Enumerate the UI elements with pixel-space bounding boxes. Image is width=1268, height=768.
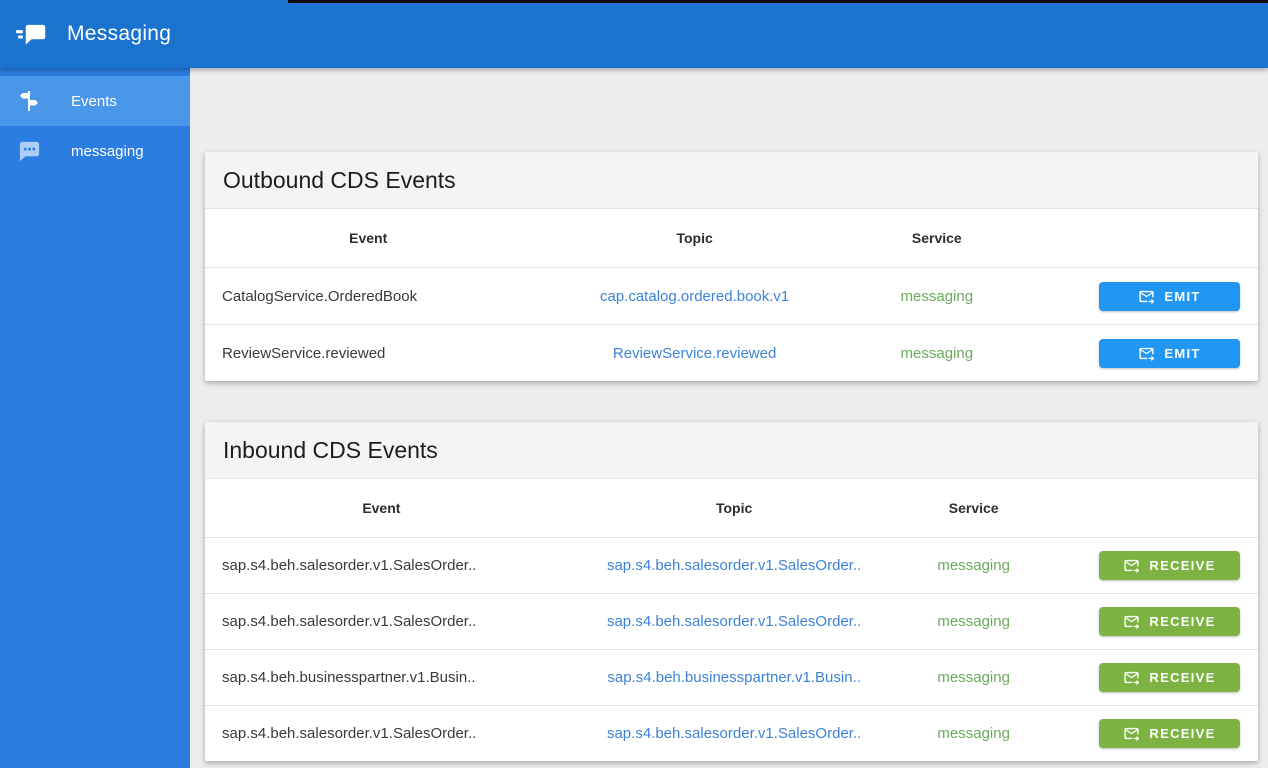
app-window: Messaging Events messagin	[0, 0, 1268, 768]
sidebar-item-label: Events	[71, 93, 117, 110]
receive-button-label: RECEIVE	[1149, 670, 1215, 685]
service-cell: messaging	[858, 325, 1016, 382]
receive-button[interactable]: RECEIVE	[1099, 663, 1240, 692]
table-row: sap.s4.beh.salesorder.v1.SalesOrder.. sa…	[205, 538, 1258, 594]
table-row: ReviewService.reviewed ReviewService.rev…	[205, 325, 1258, 382]
topic-link[interactable]: sap.s4.beh.salesorder.v1.SalesOrder..	[607, 725, 861, 742]
send-mail-icon	[1138, 345, 1155, 362]
send-mail-icon	[1123, 613, 1140, 630]
service-cell: messaging	[911, 594, 1037, 650]
event-cell: CatalogService.OrderedBook	[205, 268, 531, 325]
event-cell: ReviewService.reviewed	[205, 325, 531, 382]
table-row: sap.s4.beh.salesorder.v1.SalesOrder.. sa…	[205, 706, 1258, 762]
chat-dots-icon	[17, 139, 41, 163]
column-header-topic: Topic	[558, 479, 911, 538]
emit-button[interactable]: EMIT	[1099, 282, 1240, 311]
topic-link[interactable]: cap.catalog.ordered.book.v1	[600, 288, 789, 305]
table-row: sap.s4.beh.businesspartner.v1.Busin.. sa…	[205, 650, 1258, 706]
event-cell: sap.s4.beh.salesorder.v1.SalesOrder..	[205, 538, 558, 594]
receive-button[interactable]: RECEIVE	[1099, 719, 1240, 748]
column-header-event: Event	[205, 479, 558, 538]
screen-edge-strip	[288, 0, 1268, 3]
topic-link[interactable]: ReviewService.reviewed	[613, 345, 776, 362]
column-header-action	[1016, 209, 1258, 268]
inbound-events-table: Event Topic Service sap.s4.beh.salesorde…	[205, 479, 1258, 761]
service-cell: messaging	[911, 706, 1037, 762]
table-header-row: Event Topic Service	[205, 479, 1258, 538]
topic-link[interactable]: sap.s4.beh.salesorder.v1.SalesOrder..	[607, 557, 861, 574]
receive-button-label: RECEIVE	[1149, 614, 1215, 629]
table-row: CatalogService.OrderedBook cap.catalog.o…	[205, 268, 1258, 325]
main-content: Outbound CDS Events Event Topic Service …	[190, 68, 1268, 768]
event-cell: sap.s4.beh.salesorder.v1.SalesOrder..	[205, 594, 558, 650]
emit-button[interactable]: EMIT	[1099, 339, 1240, 368]
send-mail-icon	[1123, 725, 1140, 742]
receive-button-label: RECEIVE	[1149, 726, 1215, 741]
sidebar-item-messaging[interactable]: messaging	[0, 126, 190, 176]
receive-button[interactable]: RECEIVE	[1099, 551, 1240, 580]
sidebar-item-events[interactable]: Events	[0, 76, 190, 126]
send-mail-icon	[1123, 669, 1140, 686]
card-title-inbound: Inbound CDS Events	[223, 437, 438, 464]
inbound-card-header: Inbound CDS Events	[205, 422, 1258, 479]
service-cell: messaging	[858, 268, 1016, 325]
topic-link[interactable]: sap.s4.beh.salesorder.v1.SalesOrder..	[607, 613, 861, 630]
signpost-icon	[17, 89, 41, 113]
column-header-event: Event	[205, 209, 531, 268]
emit-button-label: EMIT	[1164, 289, 1200, 304]
outbound-events-card: Outbound CDS Events Event Topic Service …	[205, 152, 1258, 381]
send-mail-icon	[1123, 557, 1140, 574]
service-cell: messaging	[911, 650, 1037, 706]
event-cell: sap.s4.beh.businesspartner.v1.Busin..	[205, 650, 558, 706]
emit-button-label: EMIT	[1164, 346, 1200, 361]
receive-button[interactable]: RECEIVE	[1099, 607, 1240, 636]
topic-link[interactable]: sap.s4.beh.businesspartner.v1.Busin..	[607, 669, 861, 686]
card-title-outbound: Outbound CDS Events	[223, 167, 456, 194]
service-cell: messaging	[911, 538, 1037, 594]
sidebar: Events messaging	[0, 68, 190, 768]
sidebar-item-label: messaging	[71, 143, 144, 160]
column-header-topic: Topic	[531, 209, 857, 268]
table-header-row: Event Topic Service	[205, 209, 1258, 268]
messaging-logo-icon	[16, 22, 47, 47]
table-row: sap.s4.beh.salesorder.v1.SalesOrder.. sa…	[205, 594, 1258, 650]
receive-button-label: RECEIVE	[1149, 558, 1215, 573]
column-header-service: Service	[911, 479, 1037, 538]
inbound-events-card: Inbound CDS Events Event Topic Service s…	[205, 422, 1258, 761]
column-header-action	[1037, 479, 1258, 538]
outbound-events-table: Event Topic Service CatalogService.Order…	[205, 209, 1258, 381]
app-title: Messaging	[67, 22, 171, 46]
event-cell: sap.s4.beh.salesorder.v1.SalesOrder..	[205, 706, 558, 762]
send-mail-icon	[1138, 288, 1155, 305]
column-header-service: Service	[858, 209, 1016, 268]
outbound-card-header: Outbound CDS Events	[205, 152, 1258, 209]
app-header: Messaging	[0, 0, 1268, 68]
